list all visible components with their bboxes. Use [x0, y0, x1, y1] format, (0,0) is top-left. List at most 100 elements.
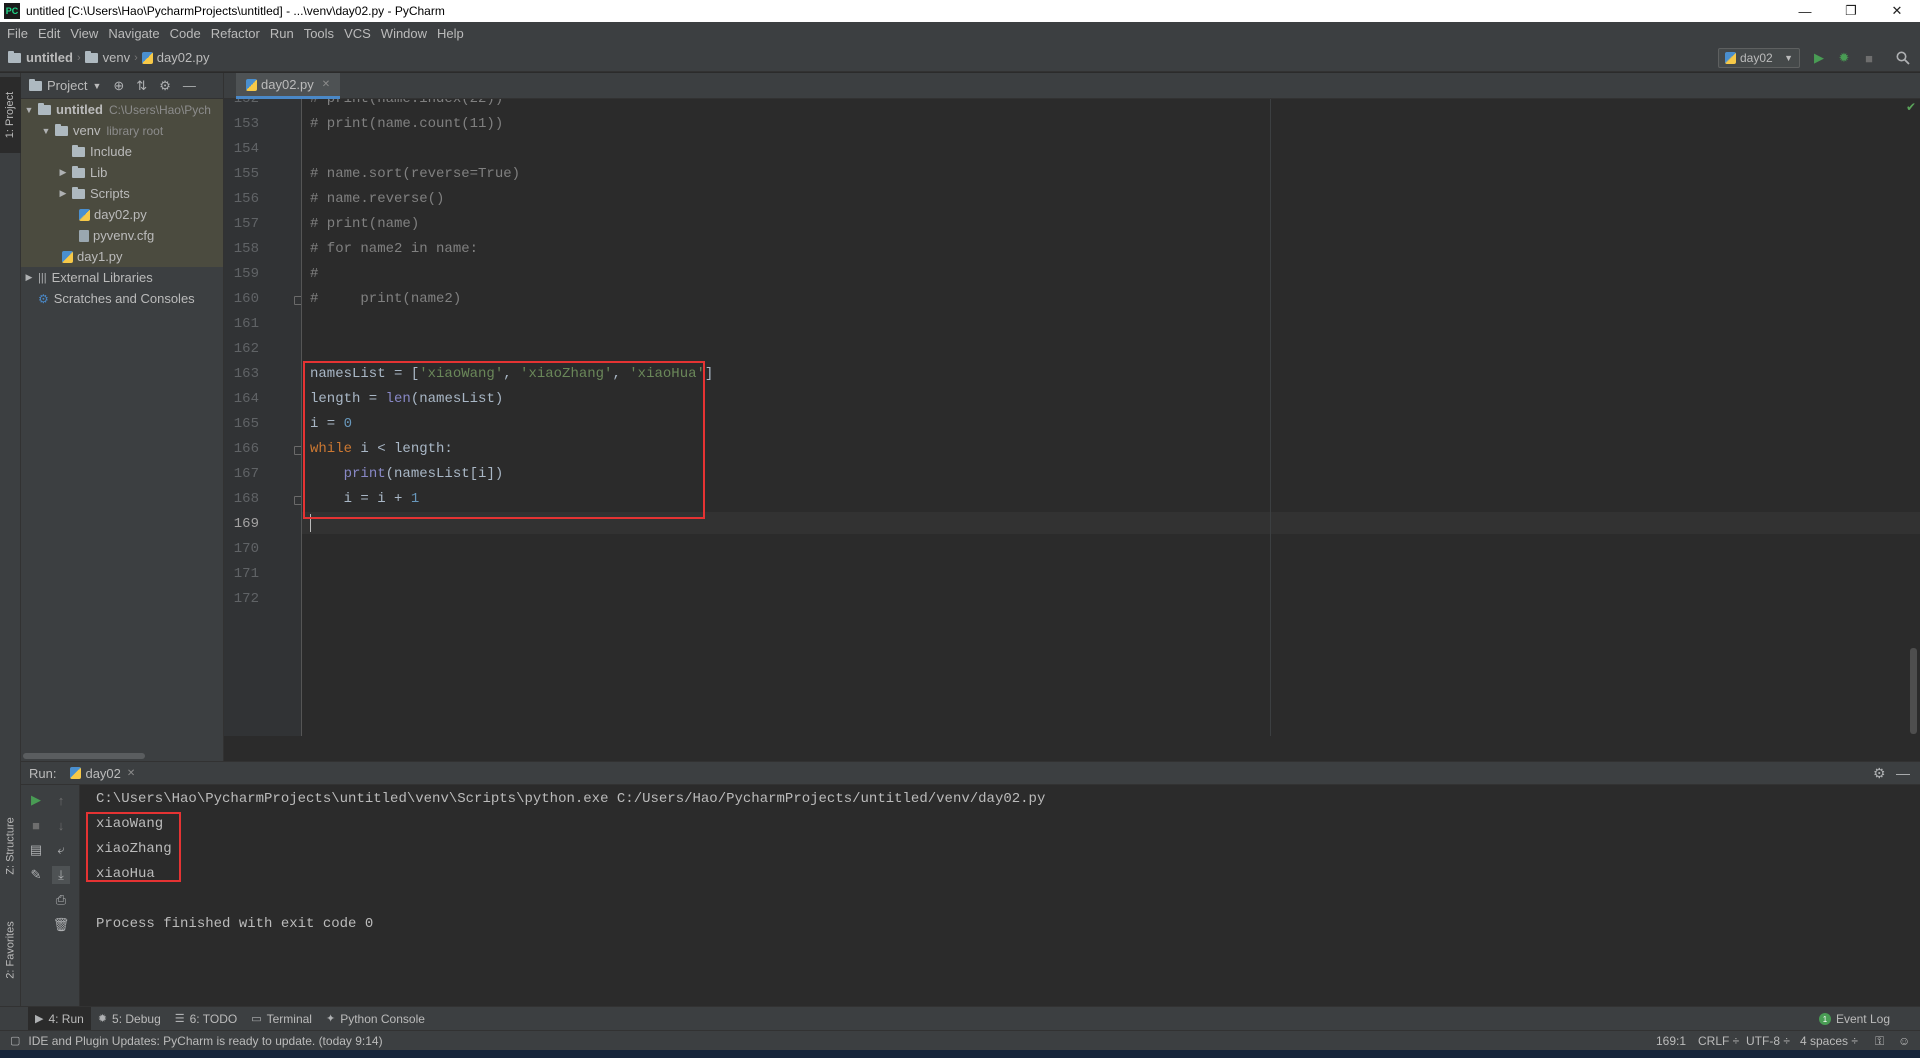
code-line-158: # for name2 in name: — [310, 241, 479, 257]
breadcrumb-folder[interactable]: venv — [84, 50, 130, 65]
pycharm-logo-icon: PC — [4, 3, 20, 19]
status-message[interactable]: IDE and Plugin Updates: PyCharm is ready… — [28, 1034, 382, 1048]
tab-debug[interactable]: ✹ 5: Debug — [91, 1007, 168, 1031]
menu-edit[interactable]: Edit — [33, 26, 65, 41]
project-tree: ▼ untitled C:\Users\Hao\Pych ▼ venv libr… — [21, 99, 223, 309]
breadcrumb-project[interactable]: untitled — [8, 50, 73, 65]
trash-icon[interactable]: 🗑 — [52, 916, 70, 934]
encoding-select[interactable]: UTF-8 ÷ — [1746, 1031, 1790, 1051]
tree-item-pyvenv-cfg[interactable]: pyvenv.cfg — [21, 225, 223, 246]
checkmark-icon[interactable]: ✔ — [1906, 100, 1916, 114]
toggle-tool-windows-icon[interactable]: ▢ — [10, 1034, 20, 1047]
tree-item-venv[interactable]: ▼ venv library root — [21, 120, 223, 141]
gear-icon[interactable]: ⚙ — [1873, 765, 1886, 782]
print-icon[interactable]: ⎙ — [52, 891, 70, 909]
tree-item-day02[interactable]: day02.py — [21, 204, 223, 225]
tab-favorites[interactable]: 2: Favorites — [0, 905, 21, 995]
menu-run[interactable]: Run — [265, 26, 299, 41]
hide-panel-icon[interactable]: — — [1896, 765, 1910, 781]
run-tab-day02[interactable]: day02 ✕ — [70, 766, 135, 781]
gear-icon[interactable]: ⚙ — [159, 78, 171, 94]
line-number: 158 — [233, 241, 259, 257]
expanded-arrow-icon[interactable]: ▼ — [23, 105, 35, 115]
menu-window[interactable]: Window — [376, 26, 432, 41]
rerun-icon[interactable]: ▶ — [27, 791, 45, 809]
pin-icon[interactable]: ✎ — [27, 866, 45, 884]
fold-marker-icon[interactable] — [294, 446, 301, 455]
editor-tab-day02[interactable]: day02.py ✕ — [236, 73, 341, 99]
arrow-down-icon[interactable]: ↓ — [52, 816, 70, 834]
close-tab-icon[interactable]: ✕ — [127, 768, 135, 779]
project-view-select[interactable]: Project — [47, 78, 87, 93]
line-separator-select[interactable]: CRLF ÷ — [1698, 1031, 1739, 1051]
fold-marker-icon[interactable] — [294, 496, 301, 505]
editor-tab-label: day02.py — [261, 77, 314, 92]
tab-terminal[interactable]: ▭ Terminal — [244, 1007, 319, 1031]
tree-item-label: day02.py — [94, 207, 147, 222]
hide-panel-icon[interactable]: — — [183, 78, 196, 93]
fold-marker-icon[interactable] — [294, 296, 301, 305]
maximize-button[interactable]: ❐ — [1828, 0, 1874, 22]
lock-icon[interactable]: ⚿ — [1875, 1031, 1884, 1051]
locate-icon[interactable]: ⊕ — [113, 78, 124, 94]
tree-item-include[interactable]: Include — [21, 141, 223, 162]
collapsed-arrow-icon[interactable]: ▶ — [57, 188, 69, 199]
menu-view[interactable]: View — [65, 26, 103, 41]
tree-item-external-libraries[interactable]: ▶ ||| External Libraries — [21, 267, 223, 288]
run-panel-header: Run: day02 ✕ ⚙ — — [21, 761, 1920, 785]
expanded-arrow-icon[interactable]: ▼ — [40, 126, 52, 136]
folder-icon — [72, 186, 85, 199]
run-console[interactable]: C:\Users\Hao\PycharmProjects\untitled\ve… — [80, 785, 1920, 1006]
tab-python-console-label: Python Console — [340, 1011, 425, 1026]
close-window-button[interactable]: ✕ — [1874, 0, 1920, 22]
tree-item-label: untitled — [56, 102, 103, 117]
close-tab-icon[interactable]: ✕ — [322, 79, 330, 90]
soft-wrap-icon[interactable]: ⤶ — [52, 841, 70, 859]
tree-item-lib[interactable]: ▶ Lib — [21, 162, 223, 183]
python-file-icon — [70, 767, 82, 779]
stop-icon[interactable]: ■ — [27, 816, 45, 834]
menu-tools[interactable]: Tools — [299, 26, 339, 41]
tree-item-day1[interactable]: day1.py — [21, 246, 223, 267]
tab-run[interactable]: ▶ 4: Run — [28, 1006, 91, 1031]
layout-icon[interactable]: ▤ — [27, 841, 45, 859]
run-configuration-select[interactable]: day02 ▼ — [1718, 48, 1800, 68]
scroll-to-end-icon[interactable]: ⤓ — [52, 866, 70, 884]
menu-vcs[interactable]: VCS — [339, 26, 376, 41]
collapse-all-icon[interactable]: ⇅ — [136, 78, 147, 94]
python-icon: ✦ — [325, 1013, 336, 1025]
vertical-scrollbar[interactable] — [1910, 648, 1917, 734]
debug-icon[interactable]: ✹ — [1836, 50, 1852, 66]
line-number: 172 — [233, 591, 259, 607]
event-log-button[interactable]: 1 Event Log — [1818, 1007, 1890, 1031]
minimize-button[interactable]: — — [1782, 0, 1828, 22]
breadcrumb-separator-icon: › — [76, 51, 81, 64]
caret-position[interactable]: 169:1 — [1656, 1031, 1686, 1051]
stop-icon[interactable]: ■ — [1861, 50, 1877, 66]
tab-project[interactable]: 1: Project — [0, 77, 21, 153]
tree-item-untitled[interactable]: ▼ untitled C:\Users\Hao\Pych — [21, 99, 223, 120]
tree-item-scripts[interactable]: ▶ Scripts — [21, 183, 223, 204]
horizontal-scrollbar[interactable] — [23, 753, 145, 759]
menu-code[interactable]: Code — [165, 26, 206, 41]
collapsed-arrow-icon[interactable]: ▶ — [23, 272, 35, 283]
line-number: 164 — [233, 391, 259, 407]
inspector-icon[interactable]: ☺ — [1898, 1031, 1910, 1051]
collapsed-arrow-icon[interactable]: ▶ — [57, 167, 69, 178]
arrow-up-icon[interactable]: ↑ — [52, 791, 70, 809]
search-icon[interactable] — [1895, 50, 1911, 66]
indent-select[interactable]: 4 spaces ÷ — [1800, 1031, 1858, 1051]
python-file-icon — [1725, 52, 1736, 64]
tab-structure[interactable]: Z: Structure — [0, 803, 21, 889]
menu-help[interactable]: Help — [432, 26, 469, 41]
menu-file[interactable]: File — [2, 26, 33, 41]
tab-todo[interactable]: ☰ 6: TODO — [168, 1007, 244, 1031]
run-icon[interactable]: ▶ — [1811, 50, 1827, 66]
menu-refactor[interactable]: Refactor — [206, 26, 265, 41]
code-editor[interactable]: # print(name.index(22)) # print(name.cou… — [302, 99, 1920, 736]
tree-item-scratches[interactable]: ⚙ Scratches and Consoles — [21, 288, 223, 309]
chevron-down-icon[interactable]: ▼ — [92, 81, 101, 91]
menu-navigate[interactable]: Navigate — [103, 26, 164, 41]
tab-python-console[interactable]: ✦ Python Console — [319, 1007, 432, 1031]
breadcrumb-file[interactable]: day02.py — [141, 50, 210, 65]
